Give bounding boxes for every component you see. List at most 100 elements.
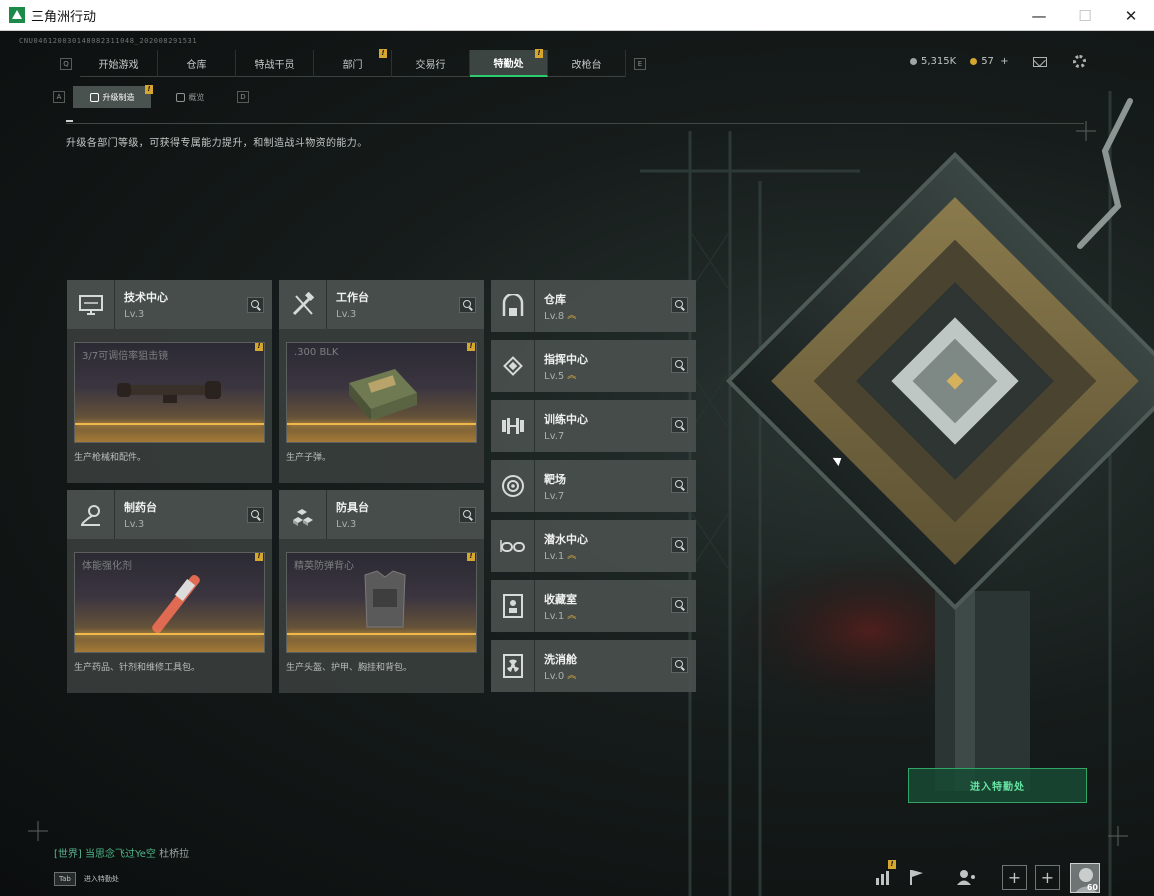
chat-message: 杜桥拉 bbox=[159, 849, 190, 860]
upgrade-available-icon: ︽ bbox=[567, 551, 577, 561]
currency-hafu[interactable]: 5,315K bbox=[910, 56, 956, 67]
card-workbench[interactable]: 工作台 Lv.3 .300 BLK ! 生产子弹。 bbox=[279, 280, 484, 483]
inspect-button[interactable] bbox=[671, 477, 688, 493]
add-slot-button[interactable]: + bbox=[1002, 864, 1027, 890]
flag-icon[interactable] bbox=[908, 868, 926, 886]
inspect-button[interactable] bbox=[671, 537, 688, 553]
monitor-icon bbox=[67, 280, 115, 329]
page-description: 升级各部门等级，可获得专属能力提升，和制造战斗物资的能力。 bbox=[66, 138, 368, 149]
gem-icon bbox=[970, 58, 978, 65]
prev-subtab-key[interactable]: A bbox=[53, 91, 65, 103]
card-tech-center[interactable]: 技术中心 Lv.3 3/7可调倍率狙击镜 ! 生产枪械和配件。 bbox=[67, 280, 272, 483]
subtab-upgrade[interactable]: 升级制造! bbox=[73, 85, 153, 108]
card-title: 仓库 bbox=[544, 292, 566, 306]
top-nav: Q 开始游戏 仓库 特战干员 部门! 交易行 特勤处! 改枪台 E bbox=[52, 49, 654, 77]
card-facility-range[interactable]: 靶场 Lv.7 bbox=[491, 460, 696, 512]
wrench-icon bbox=[89, 92, 99, 102]
card-facility-collection[interactable]: 收藏室 Lv.1 ︽ bbox=[491, 580, 696, 632]
inspect-button[interactable] bbox=[671, 417, 688, 433]
tab-special-ops[interactable]: 特勤处! bbox=[470, 49, 548, 77]
card-facility-decon[interactable]: 洗消舱 Lv.0 ︽ bbox=[491, 640, 696, 692]
add-currency-button[interactable]: + bbox=[1000, 56, 1008, 67]
card-facility-diving[interactable]: 潜水中心 Lv.1 ︽ bbox=[491, 520, 696, 572]
card-facility-training[interactable]: 训练中心 Lv.7 bbox=[491, 400, 696, 452]
tab-operators[interactable]: 特战干员 bbox=[236, 50, 314, 77]
add-slot-button[interactable]: + bbox=[1035, 864, 1060, 890]
card-title: 指挥中心 bbox=[544, 352, 588, 366]
tab-hint[interactable]: Tab 进入特勤处 bbox=[54, 869, 119, 889]
resources-bar: 5,315K 57 + bbox=[910, 55, 1086, 68]
next-subtab-key[interactable]: D bbox=[237, 91, 249, 103]
bottom-toolbar: ! + + bbox=[874, 860, 1068, 892]
card-header: 防具台 Lv.3 bbox=[279, 490, 484, 539]
tools-icon bbox=[279, 280, 327, 329]
injector-image bbox=[152, 574, 200, 634]
product-slot[interactable]: 体能强化剂 ! bbox=[74, 552, 265, 653]
close-button[interactable]: ✕ bbox=[1108, 0, 1154, 31]
chat-user[interactable]: 当思念飞过Ye空 bbox=[85, 849, 156, 860]
inspect-button[interactable] bbox=[671, 597, 688, 613]
card-level: Lv.3 bbox=[124, 309, 145, 320]
inspect-button[interactable] bbox=[459, 507, 476, 523]
card-title: 靶场 bbox=[544, 472, 566, 486]
tab-warehouse[interactable]: 仓库 bbox=[158, 50, 236, 77]
card-level: Lv.3 bbox=[124, 519, 145, 530]
chip-icon bbox=[491, 340, 535, 392]
product-slot[interactable]: 精英防弹背心 ! bbox=[286, 552, 477, 653]
tab-start-game[interactable]: 开始游戏 bbox=[80, 50, 158, 77]
ammo-box-image bbox=[349, 369, 417, 421]
notification-badge: ! bbox=[888, 860, 896, 869]
card-level: Lv.5 bbox=[544, 370, 565, 382]
mail-icon[interactable] bbox=[1032, 56, 1047, 67]
minimize-button[interactable]: — bbox=[1016, 0, 1062, 31]
build-id: CNU046120030148082311048_202008291531 bbox=[19, 37, 198, 45]
card-footer: 生产药品、针剂和维修工具包。 bbox=[74, 663, 201, 673]
goggles-icon bbox=[491, 520, 535, 572]
stats-icon[interactable]: ! bbox=[874, 860, 896, 886]
coin-icon bbox=[910, 58, 917, 65]
glow-line bbox=[75, 423, 264, 425]
next-tab-key[interactable]: E bbox=[634, 57, 646, 70]
friends-icon[interactable] bbox=[956, 868, 978, 886]
card-title: 防具台 bbox=[336, 501, 369, 514]
divider bbox=[66, 123, 1084, 124]
card-title: 制药台 bbox=[124, 501, 157, 514]
product-slot[interactable]: .300 BLK ! bbox=[286, 342, 477, 443]
card-facility-warehouse[interactable]: 仓库 Lv.8 ︽ bbox=[491, 280, 696, 332]
inspect-button[interactable] bbox=[671, 357, 688, 373]
avatar[interactable]: 60 bbox=[1070, 863, 1100, 893]
currency-premium[interactable]: 57 + bbox=[970, 56, 1009, 67]
glow-line bbox=[287, 423, 476, 425]
subtab-overview[interactable]: 概览 bbox=[151, 86, 229, 108]
enter-special-ops-button[interactable]: 进入特勤处 bbox=[908, 768, 1087, 803]
card-footer: 生产子弹。 bbox=[286, 453, 332, 463]
notification-badge: ! bbox=[379, 49, 387, 58]
tab-department[interactable]: 部门! bbox=[314, 49, 392, 77]
scope-image bbox=[117, 381, 221, 403]
inspect-button[interactable] bbox=[247, 297, 264, 313]
product-slot[interactable]: 3/7可调倍率狙击镜 ! bbox=[74, 342, 265, 443]
card-armor-bench[interactable]: 防具台 Lv.3 精英防弹背心 ! 生产头盔、护甲、胸挂和背包。 bbox=[279, 490, 484, 693]
card-level: Lv.3 bbox=[336, 309, 357, 320]
card-title: 工作台 bbox=[336, 291, 369, 304]
card-facility-command[interactable]: 指挥中心 Lv.5 ︽ bbox=[491, 340, 696, 392]
card-header: 制药台 Lv.3 bbox=[67, 490, 272, 539]
maximize-button[interactable]: ☐ bbox=[1062, 0, 1108, 31]
divider-tick bbox=[66, 120, 73, 122]
target-icon bbox=[491, 460, 535, 512]
card-level: Lv.7 bbox=[544, 430, 565, 442]
notification-badge: ! bbox=[535, 49, 543, 58]
warehouse-icon bbox=[491, 280, 535, 332]
tab-trading[interactable]: 交易行 bbox=[392, 50, 470, 77]
gear-icon[interactable] bbox=[1072, 55, 1086, 68]
inspect-button[interactable] bbox=[671, 297, 688, 313]
chat-line[interactable]: [世界] 当思念飞过Ye空 杜桥拉 bbox=[54, 845, 189, 860]
card-title: 技术中心 bbox=[124, 291, 168, 304]
card-title: 收藏室 bbox=[544, 592, 577, 606]
card-pharmacy[interactable]: 制药台 Lv.3 体能强化剂 ! 生产药品、针剂和维修工具包。 bbox=[67, 490, 272, 693]
inspect-button[interactable] bbox=[247, 507, 264, 523]
prev-tab-key[interactable]: Q bbox=[60, 57, 72, 70]
inspect-button[interactable] bbox=[459, 297, 476, 313]
inspect-button[interactable] bbox=[671, 657, 688, 673]
tab-gunsmith[interactable]: 改枪台 bbox=[548, 50, 626, 77]
